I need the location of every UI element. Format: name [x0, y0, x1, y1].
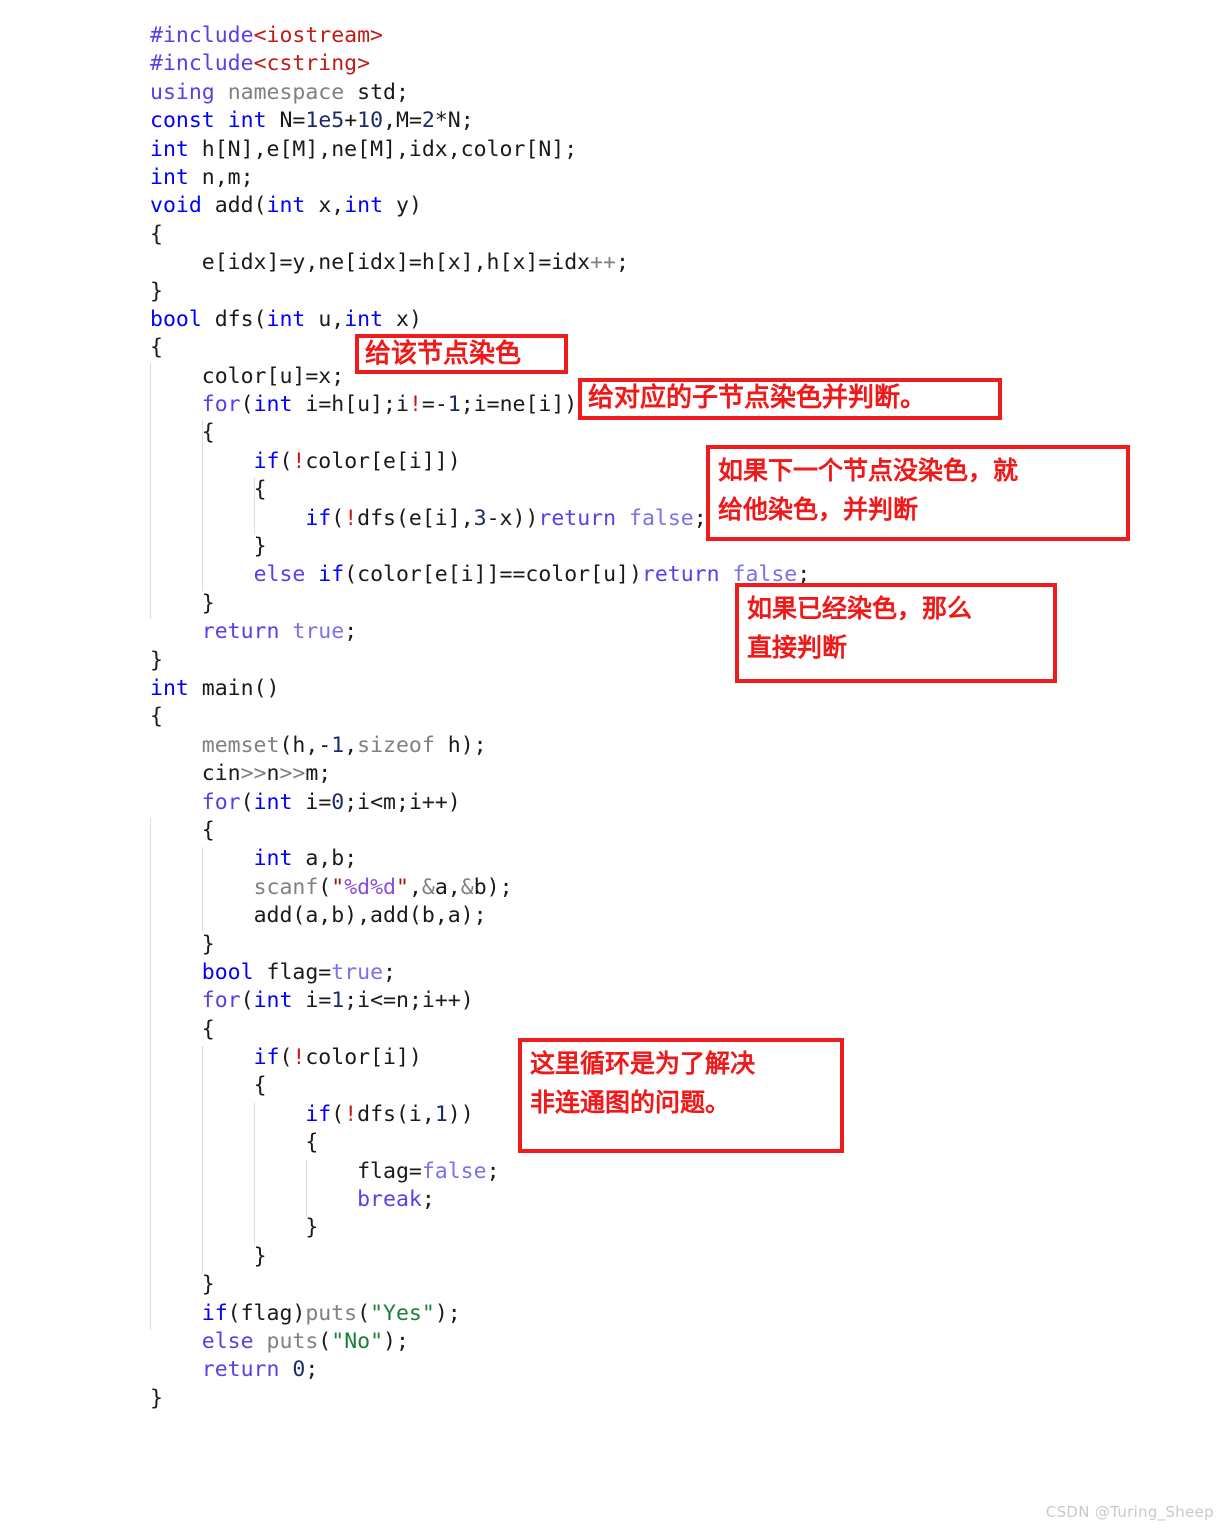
code-line: for(int i=0;i<m;i++): [201, 789, 461, 815]
code-line: using namespace std;: [150, 79, 409, 105]
code-line: {: [201, 420, 215, 446]
code-line: {: [150, 221, 163, 247]
code-line: bool dfs(int u,int x): [150, 306, 422, 332]
code-line: int n,m;: [150, 164, 254, 190]
code-line: if(flag)puts("Yes");: [201, 1300, 461, 1326]
code-line: }: [305, 1215, 319, 1241]
code-line: {: [150, 335, 163, 361]
code-line: else puts("No");: [201, 1328, 409, 1354]
code-line: }: [150, 278, 163, 304]
code-line: }: [201, 931, 215, 957]
code-line: int h[N],e[M],ne[M],idx,color[N];: [150, 136, 578, 162]
code-line: memset(h,-1,sizeof h);: [201, 732, 487, 758]
code-line: bool flag=true;: [201, 959, 396, 985]
code-line: const int N=1e5+10,M=2*N;: [150, 108, 474, 134]
code-line: }: [253, 1243, 267, 1269]
code-line: {: [150, 704, 163, 730]
code-line: for(int i=1;i<=n;i++): [201, 988, 474, 1014]
code-line: {: [201, 817, 215, 843]
code-line: flag=false;: [357, 1158, 500, 1184]
code-line: cin>>n>>m;: [201, 761, 332, 787]
code-line: #include<cstring>: [150, 51, 371, 77]
code-line: e[idx]=y,ne[idx]=h[x],h[x]=idx++;: [201, 250, 629, 276]
code-line: #include<iostream>: [150, 23, 384, 48]
csdn-watermark: CSDN @Turing_Sheep: [1045, 1503, 1214, 1521]
code-line: break;: [357, 1187, 435, 1213]
code-line: add(a,b),add(b,a);: [253, 903, 487, 929]
annotation-uncolored-node: 如果下一个节点没染色，就 给他染色，并判断: [706, 445, 1130, 541]
code-block: #include<iostream> #include<cstring> usi…: [150, 22, 1190, 1413]
annotation-color-node: 给该节点染色: [355, 334, 568, 374]
annotation-disconnected-graph-loop: 这里循环是为了解决 非连通图的问题。: [518, 1038, 844, 1153]
code-line: return 0;: [201, 1357, 319, 1383]
code-line: }: [150, 1385, 163, 1411]
code-line: }: [201, 1272, 215, 1298]
annotation-already-colored: 如果已经染色，那么 直接判断: [735, 583, 1057, 683]
code-line: void add(int x,int y): [150, 193, 422, 219]
code-line: int a,b;: [253, 846, 358, 872]
code-line: scanf("%d%d",&a,&b);: [253, 874, 513, 900]
annotation-child-node: 给对应的子节点染色并判断。: [578, 378, 1002, 420]
